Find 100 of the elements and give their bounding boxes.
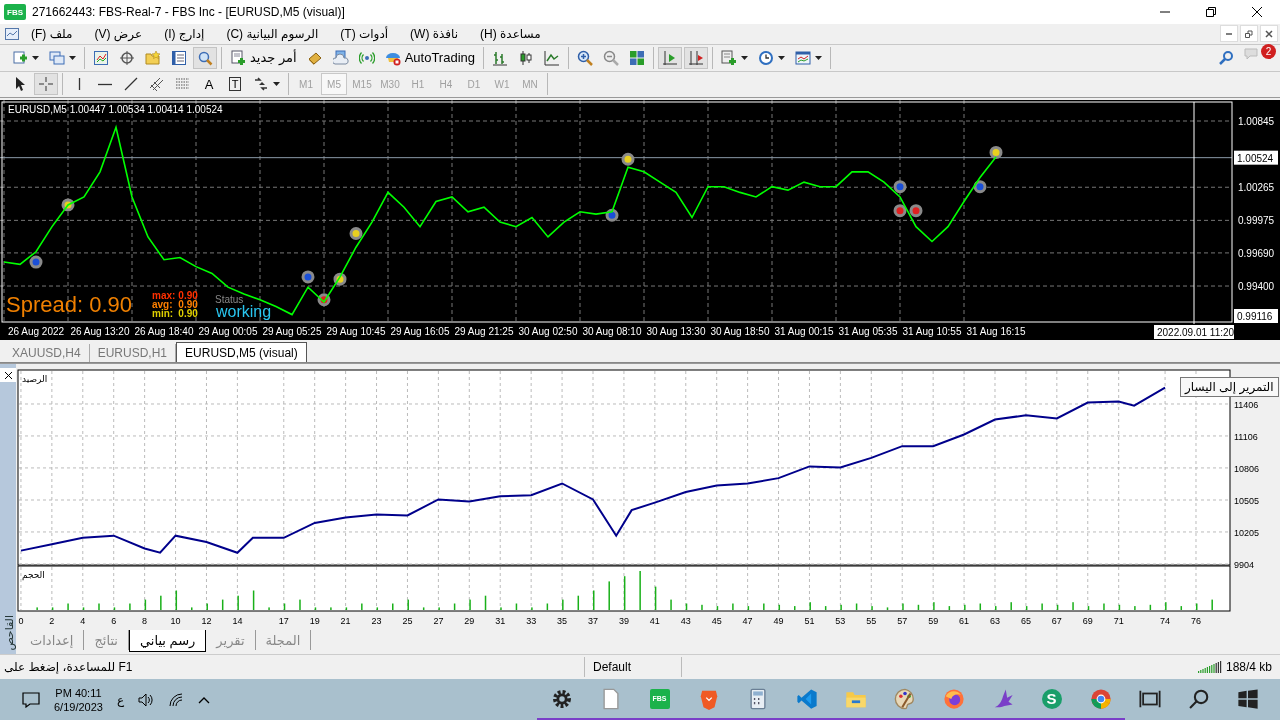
current-price-label: 1.00524 bbox=[1237, 152, 1274, 164]
text-button[interactable]: A bbox=[197, 73, 221, 96]
trade-axis-label: 71 bbox=[1113, 616, 1124, 627]
windows-logo-icon bbox=[1236, 687, 1259, 710]
spread-label: Spread: 0.90 bbox=[6, 292, 132, 319]
trade-marker bbox=[61, 198, 75, 212]
chart-window-icon[interactable] bbox=[4, 25, 20, 42]
trade-marker bbox=[893, 180, 907, 194]
restore-icon bbox=[1245, 29, 1253, 38]
tester-tab[interactable]: رسم بياني bbox=[128, 630, 207, 653]
autotrading-button[interactable]: AutoTrading bbox=[380, 46, 479, 69]
windows-icon bbox=[49, 49, 65, 66]
browser-icon bbox=[1089, 687, 1112, 710]
close-button[interactable] bbox=[1260, 25, 1278, 43]
label-button[interactable]: T bbox=[223, 73, 247, 96]
vertical-line-icon bbox=[77, 77, 81, 92]
timeframe-button[interactable]: MN bbox=[517, 73, 543, 96]
menu-item[interactable]: الرسوم البيانية (C) bbox=[215, 26, 330, 41]
time-axis-label: 30 Aug 02:50 bbox=[518, 326, 578, 338]
trade-marker bbox=[973, 180, 987, 194]
menu-item[interactable]: أدوات (T) bbox=[329, 26, 400, 41]
trade-axis-label: 39 bbox=[618, 616, 629, 627]
time-axis-label: 29 Aug 16:05 bbox=[390, 326, 450, 338]
clock-date[interactable]: 6/19/2023 bbox=[54, 699, 103, 714]
timeframe-button[interactable]: M30 bbox=[377, 73, 403, 96]
timeframe-button[interactable]: M1 bbox=[293, 73, 319, 96]
trade-axis-label: 25 bbox=[402, 616, 413, 627]
language-indicator[interactable]: ع bbox=[116, 692, 125, 707]
time-axis-label: 26 Aug 2022 bbox=[7, 326, 65, 338]
trade-axis-label: 6 bbox=[111, 616, 117, 627]
time-axis-label: 29 Aug 05:25 bbox=[262, 326, 322, 338]
profile-name: Default bbox=[592, 660, 633, 675]
minimize-button[interactable] bbox=[1220, 25, 1238, 43]
search-icon bbox=[1187, 687, 1210, 710]
tester-button[interactable] bbox=[193, 46, 217, 69]
taskbar-app-button[interactable]: S bbox=[1027, 679, 1076, 720]
tester-tab[interactable]: المجلة bbox=[255, 630, 312, 651]
balance-axis-label: 11406 bbox=[1234, 400, 1259, 411]
timeframe-button[interactable]: W1 bbox=[489, 73, 515, 96]
notification-icon[interactable] bbox=[22, 691, 40, 708]
close-button[interactable] bbox=[0, 368, 16, 383]
wifi-icon[interactable] bbox=[168, 691, 185, 708]
tester-tab[interactable]: نتائج bbox=[84, 630, 129, 651]
balance-axis-label: 10205 bbox=[1234, 528, 1260, 539]
balance-axis-label: 10505 bbox=[1234, 496, 1260, 507]
trade-axis-label: 4 bbox=[80, 616, 86, 627]
timeframe-button[interactable]: M15 bbox=[349, 73, 375, 96]
list-window-icon bbox=[171, 49, 187, 66]
stat-label: max: bbox=[152, 291, 176, 301]
timeframe-button[interactable]: H1 bbox=[405, 73, 431, 96]
close-icon bbox=[1252, 7, 1262, 17]
menu-item[interactable]: نافذة (W) bbox=[399, 26, 470, 41]
channel-icon bbox=[149, 76, 165, 93]
volume-icon[interactable] bbox=[138, 691, 155, 708]
trade-axis-label: 74 bbox=[1160, 616, 1171, 627]
chart-window-icon bbox=[93, 49, 109, 66]
restore-button[interactable] bbox=[1240, 25, 1258, 43]
autoscroll-button[interactable] bbox=[658, 46, 682, 69]
timeframe-button[interactable]: H4 bbox=[433, 73, 459, 96]
menu-item[interactable]: إدارج (I) bbox=[153, 26, 216, 41]
panel-title: القاحص bbox=[1, 614, 15, 651]
menu-item[interactable]: ملف (F) bbox=[20, 26, 84, 41]
trade-marker bbox=[333, 272, 347, 286]
time-axis-label: 30 Aug 18:50 bbox=[710, 326, 770, 338]
chart-tab[interactable]: XAUUSD,H4 bbox=[4, 344, 90, 363]
add-indicator-icon bbox=[721, 49, 737, 66]
trade-axis-label: 23 bbox=[371, 616, 382, 627]
clock-icon bbox=[758, 49, 774, 66]
candlestick-icon bbox=[518, 49, 534, 66]
time-axis-label: 31 Aug 10:55 bbox=[902, 326, 962, 338]
trade-axis-label: 59 bbox=[928, 616, 939, 627]
clock-time[interactable]: PM 40:11 bbox=[55, 685, 102, 700]
menu-item[interactable]: عرض (V) bbox=[83, 26, 154, 41]
trade-axis-label: 8 bbox=[142, 616, 148, 627]
balance-axis-label: 10806 bbox=[1234, 464, 1260, 475]
trade-marker bbox=[317, 293, 331, 307]
time-axis-label: 31 Aug 16:15 bbox=[966, 326, 1026, 338]
time-axis-label: 26 Aug 18:40 bbox=[134, 326, 194, 338]
new-order-button[interactable]: أمر جديد bbox=[226, 46, 301, 69]
status-value: working bbox=[216, 303, 272, 322]
tile-windows-icon bbox=[629, 49, 645, 66]
cursor-time-label: 2022.09.01 11:20 bbox=[1157, 327, 1235, 339]
trade-axis-label: 65 bbox=[1020, 616, 1031, 627]
time-axis-label: 29 Aug 10:45 bbox=[326, 326, 386, 338]
restore-icon bbox=[1206, 7, 1216, 17]
shift-button[interactable] bbox=[684, 46, 708, 69]
search-icon[interactable] bbox=[1218, 49, 1234, 66]
time-axis-label: 29 Aug 21:25 bbox=[454, 326, 514, 338]
price-axis-label: 1.00265 bbox=[1238, 182, 1275, 194]
palette-icon bbox=[893, 687, 916, 710]
help-hint: F1 للمساعدة، إضغط على bbox=[3, 660, 134, 675]
timeframe-button[interactable]: D1 bbox=[461, 73, 487, 96]
trade-marker bbox=[893, 204, 907, 218]
timeframe-button[interactable]: M5 bbox=[321, 73, 347, 96]
chevron-up-icon[interactable] bbox=[198, 695, 211, 704]
menu-item[interactable]: مساعدة (H) bbox=[469, 26, 552, 41]
trade-axis-label: 61 bbox=[959, 616, 970, 627]
trade-axis-label: 19 bbox=[309, 616, 320, 627]
chart-tab[interactable]: EURUSD,M5 (visual) bbox=[176, 342, 307, 363]
tester-tab[interactable]: إعدادات bbox=[20, 630, 85, 651]
